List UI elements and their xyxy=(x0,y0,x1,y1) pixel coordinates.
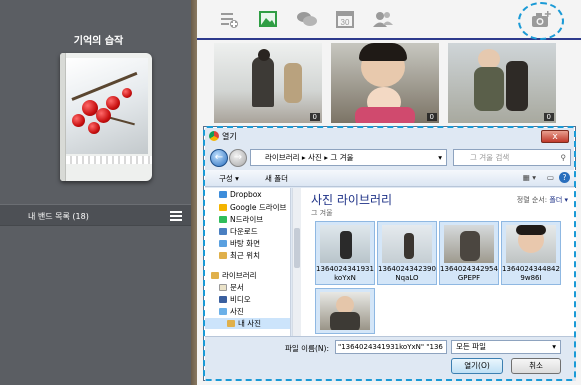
forward-button[interactable]: → xyxy=(229,149,247,167)
nav-scrollbar[interactable] xyxy=(292,188,301,336)
photo-thumb[interactable]: 0 xyxy=(331,43,439,123)
add-photo-highlight xyxy=(518,2,564,40)
nav-item-dropbox[interactable]: Dropbox xyxy=(219,190,262,201)
photo-icon[interactable] xyxy=(258,9,278,29)
path-segment[interactable]: 그 겨울 xyxy=(330,153,353,162)
band-sidebar: 기억의 습작 내 밴드 목록 (18) xyxy=(0,0,197,385)
chat-icon[interactable] xyxy=(296,9,317,29)
sort-control[interactable]: 정렬 순서: 폴더 ▾ xyxy=(517,195,568,205)
post-icon[interactable] xyxy=(219,9,239,29)
view-icon[interactable]: ▦ ▾ xyxy=(523,173,536,182)
search-icon: ⚲ xyxy=(560,153,567,162)
chevron-down-icon: ▾ xyxy=(552,342,556,351)
new-folder-button[interactable]: 새 폴더 xyxy=(265,173,288,184)
command-bar: 구성 ▾ 새 폴더 ▦ ▾ ▭ ? xyxy=(205,170,576,187)
file-list-pane: 사진 라이브러리 그 겨울 정렬 순서: 폴더 ▾ 1364024341931 k… xyxy=(301,188,576,336)
chrome-icon xyxy=(209,131,219,141)
nav-item-recent[interactable]: 최근 위치 xyxy=(219,250,260,261)
lace-border xyxy=(66,156,152,164)
menu-icon[interactable] xyxy=(170,211,182,221)
band-list-label: 내 밴드 목록 (18) xyxy=(28,212,89,221)
file-item[interactable]: 1364024344842 9w86I xyxy=(501,221,561,285)
nav-item-downloads[interactable]: 다운로드 xyxy=(219,226,258,237)
open-button[interactable]: 열기(O) xyxy=(451,358,503,374)
nav-item-documents[interactable]: 문서 xyxy=(219,282,244,293)
nav-item-videos[interactable]: 비디오 xyxy=(219,294,251,305)
library-title: 사진 라이브러리 xyxy=(311,193,393,207)
nav-item-ndrive[interactable]: N드라이브 xyxy=(219,214,263,225)
filename-input[interactable]: "1364024341931koYxN" "136 xyxy=(335,340,447,354)
file-item[interactable]: 1364024342954 GPEPF xyxy=(439,221,499,285)
nav-item-my-pictures[interactable]: 내 사진 xyxy=(205,318,290,329)
filetype-select[interactable]: 모든 파일 ▾ xyxy=(451,340,561,354)
address-row: ← → 라이브러리 ▸ 사진 ▸ 그 겨울 ▾ 그 겨울 검색 ⚲ xyxy=(210,148,571,168)
file-item[interactable]: 1364024342390 NqaLO xyxy=(377,221,437,285)
photo-count: 0 xyxy=(543,113,554,121)
library-subtitle: 그 겨울 xyxy=(311,209,333,217)
search-input[interactable]: 그 겨울 검색 ⚲ xyxy=(453,149,571,166)
file-item[interactable]: 1364024341931 koYxN xyxy=(315,221,375,285)
cancel-button[interactable]: 취소 xyxy=(511,358,561,374)
calendar-icon[interactable]: 30 xyxy=(335,9,355,29)
help-icon[interactable]: ? xyxy=(559,172,570,183)
path-segment[interactable]: 사진 xyxy=(308,153,322,162)
preview-pane-icon[interactable]: ▭ xyxy=(547,173,554,182)
nav-item-google-drive[interactable]: Google 드라이브 xyxy=(219,202,286,213)
photo-count: 0 xyxy=(426,113,437,121)
path-segment[interactable]: 라이브러리 xyxy=(265,153,300,162)
back-button[interactable]: ← xyxy=(210,149,228,167)
nav-item-libraries[interactable]: 라이브러리 xyxy=(211,270,257,281)
members-icon[interactable] xyxy=(372,9,393,29)
navigation-pane: Dropbox Google 드라이브 N드라이브 다운로드 바탕 화면 최근 … xyxy=(205,188,291,336)
nav-item-desktop[interactable]: 바탕 화면 xyxy=(219,238,260,249)
organize-menu[interactable]: 구성 ▾ xyxy=(219,173,239,184)
file-item[interactable] xyxy=(315,288,375,334)
address-bar[interactable]: 라이브러리 ▸ 사진 ▸ 그 겨울 ▾ xyxy=(250,149,447,166)
band-cover-image[interactable] xyxy=(60,53,152,181)
band-title: 기억의 습작 xyxy=(73,36,124,47)
open-file-dialog: 열기 x ← → 라이브러리 ▸ 사진 ▸ 그 겨울 ▾ 그 겨울 검색 ⚲ 구… xyxy=(203,126,576,381)
band-toolbar: 30 xyxy=(197,0,581,40)
dialog-footer: 파일 이름(N): "1364024341931koYxN" "136 모든 파… xyxy=(205,336,576,381)
nav-item-pictures[interactable]: 사진 xyxy=(219,306,244,317)
photo-thumb[interactable]: 0 xyxy=(448,43,556,123)
photo-count: 0 xyxy=(309,113,320,121)
dialog-title: 열기 xyxy=(222,132,237,141)
photo-thumb[interactable]: 0 xyxy=(214,43,322,123)
filename-label: 파일 이름(N): xyxy=(285,344,329,353)
cover-photo xyxy=(66,58,148,154)
band-list-bar[interactable]: 내 밴드 목록 (18) xyxy=(0,204,197,226)
chevron-down-icon[interactable]: ▾ xyxy=(438,150,442,165)
close-button[interactable]: x xyxy=(541,130,569,143)
svg-text:30: 30 xyxy=(341,18,350,27)
